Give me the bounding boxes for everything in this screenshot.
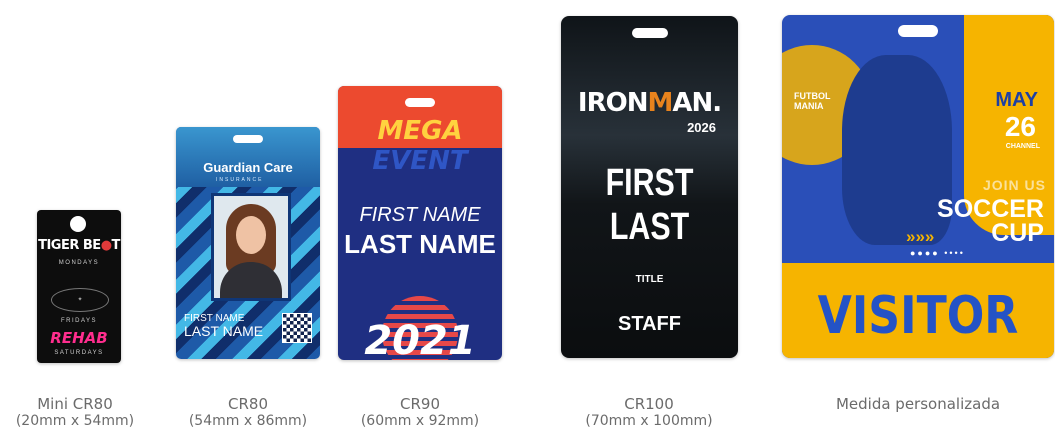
badge-event-line2: EVENT: [372, 146, 468, 176]
lanyard-slot: [233, 135, 263, 143]
badge-year: 2021: [364, 318, 476, 360]
lanyard-slot: [898, 25, 938, 37]
lanyard-hole: [70, 216, 86, 232]
soccer-player-graphic: [842, 55, 952, 245]
dots-graphic: ●●●● ••••: [910, 248, 965, 258]
badge-last-name: LAST: [609, 206, 690, 248]
card-name: CR80: [228, 395, 268, 413]
card-name: Mini CR80: [37, 395, 113, 413]
card-name: CR90: [400, 395, 440, 413]
qr-code-icon: [282, 313, 312, 343]
cr90-badge: MEGA EVENT FIRST NAME LAST NAME 2021: [338, 86, 502, 360]
card-name: Medida personalizada: [835, 395, 1001, 413]
custom-size-label: Medida personalizada: [818, 396, 1018, 413]
badge-title: TITLE: [635, 274, 664, 285]
badge-logo: ✦: [51, 288, 109, 312]
badge-photo: [211, 193, 291, 301]
badge-cup: CUP: [991, 219, 1044, 247]
badge-day: 26: [1004, 111, 1036, 142]
badge-month: MAY: [995, 89, 1038, 111]
badge-first-name: FIRST NAME: [359, 204, 481, 226]
lanyard-slot: [631, 28, 668, 38]
chevrons-icon: »»»: [906, 227, 935, 246]
cr100-label: CR100 (70mm x 100mm): [574, 396, 724, 430]
badge-brand: IRONMAN.: [577, 88, 722, 118]
badge-first-name: FIRST: [605, 162, 694, 204]
cr80-label: CR80 (54mm x 86mm): [173, 396, 323, 430]
mini-cr80-label: Mini CR80 (20mm x 54mm): [0, 396, 150, 430]
cr80-badge: Guardian Care INSURANCE FIRST NAME LAST …: [176, 127, 320, 359]
badge-join: JOIN US: [982, 177, 1046, 193]
badge-role: STAFF: [618, 313, 681, 335]
badge-day-1: MONDAYS: [58, 260, 100, 266]
cr90-label: CR90 (60mm x 92mm): [345, 396, 495, 430]
card-size: (60mm x 92mm): [360, 413, 480, 429]
card-name: CR100: [624, 395, 674, 413]
badge-visitor: VISITOR: [817, 286, 1019, 346]
badge-brand: FUTBOL MANIA: [794, 91, 831, 111]
badge-day-3: SATURDAYS: [54, 350, 104, 356]
badge-last-name: LAST NAME: [344, 229, 496, 259]
badge-day-2: FRIDAYS: [60, 318, 98, 324]
card-size: (70mm x 100mm): [585, 413, 713, 429]
mini-cr80-badge: TIGER BE●T MONDAYS ✦ FRIDAYS REHAB SATUR…: [37, 210, 121, 363]
cr100-badge: IRONMAN. 2026 FIRST LAST TITLE STAFF: [561, 16, 738, 358]
badge-rehab: REHAB: [50, 329, 108, 347]
badge-brand-sub: INSURANCE: [216, 177, 264, 183]
lanyard-slot: [405, 98, 435, 107]
badge-channel: CHANNEL: [1005, 143, 1040, 150]
card-size: (20mm x 54mm): [15, 413, 135, 429]
badge-last-name: LAST NAME: [184, 323, 264, 339]
badge-year: 2026: [687, 120, 716, 135]
badge-event-line1: MEGA: [377, 116, 463, 146]
badge-brand: Guardian Care: [203, 160, 293, 175]
badge-brand: TIGER BE●T: [38, 238, 120, 253]
custom-size-badge: FUTBOL MANIA MAY 26 CHANNEL JOIN US SOCCE…: [782, 15, 1054, 358]
card-size: (54mm x 86mm): [188, 413, 308, 429]
